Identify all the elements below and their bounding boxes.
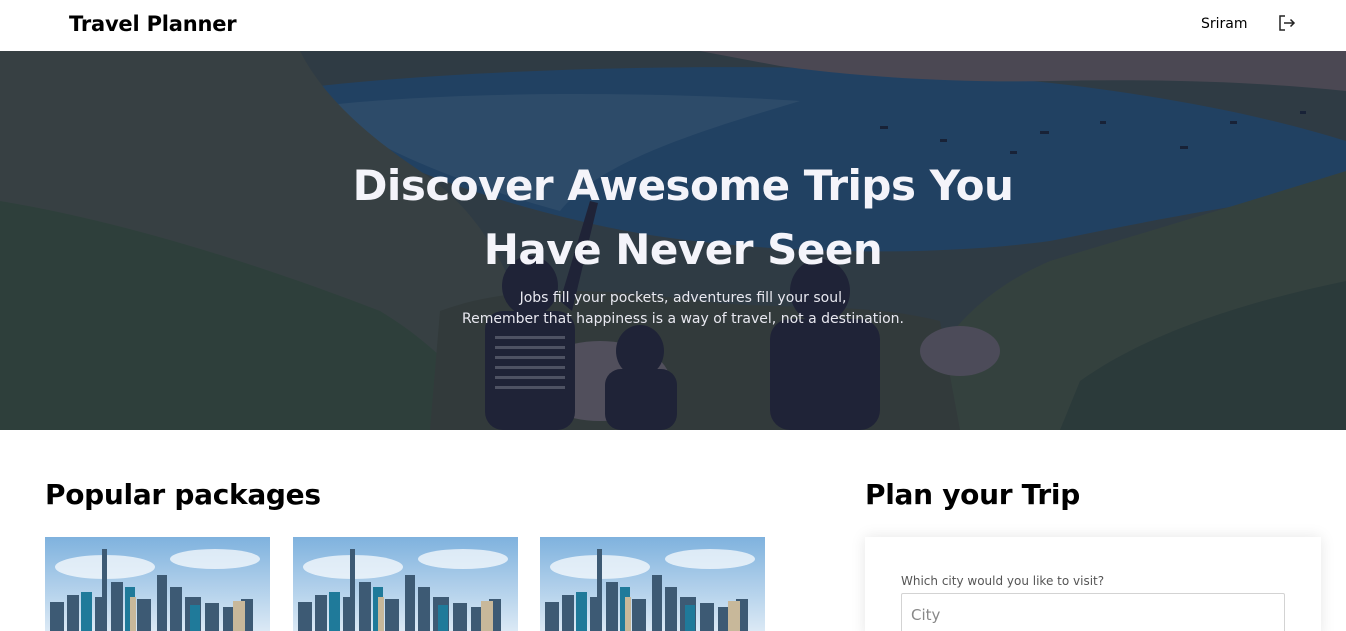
hero-banner: Discover Awesome Trips You Have Never Se… (0, 51, 1346, 430)
hero-subtitle-line: Remember that happiness is a way of trav… (461, 311, 904, 327)
city-input[interactable] (901, 593, 1285, 631)
popular-packages-title: Popular packages (45, 478, 321, 511)
user-name[interactable]: Sriram (1201, 16, 1248, 32)
package-card[interactable] (293, 537, 518, 631)
hero-subtitle-line: Jobs fill your pockets, adventures fill … (519, 290, 847, 306)
hero-title: Discover Awesome Trips You Have Never Se… (352, 161, 1014, 274)
navbar: Travel Planner Sriram (0, 0, 1346, 51)
brand-logo[interactable]: Travel Planner (69, 12, 237, 36)
package-card-image (293, 537, 518, 631)
city-label: Which city would you like to visit? (901, 574, 1105, 588)
package-card-image (540, 537, 765, 631)
package-card-image (45, 537, 270, 631)
package-card[interactable] (540, 537, 765, 631)
plan-trip-title: Plan your Trip (865, 478, 1080, 511)
hero-subtitle: Jobs fill your pockets, adventures fill … (373, 288, 993, 330)
package-card[interactable] (45, 537, 270, 631)
plan-trip-form: Which city would you like to visit? (865, 537, 1321, 631)
logout-icon[interactable] (1277, 13, 1297, 33)
